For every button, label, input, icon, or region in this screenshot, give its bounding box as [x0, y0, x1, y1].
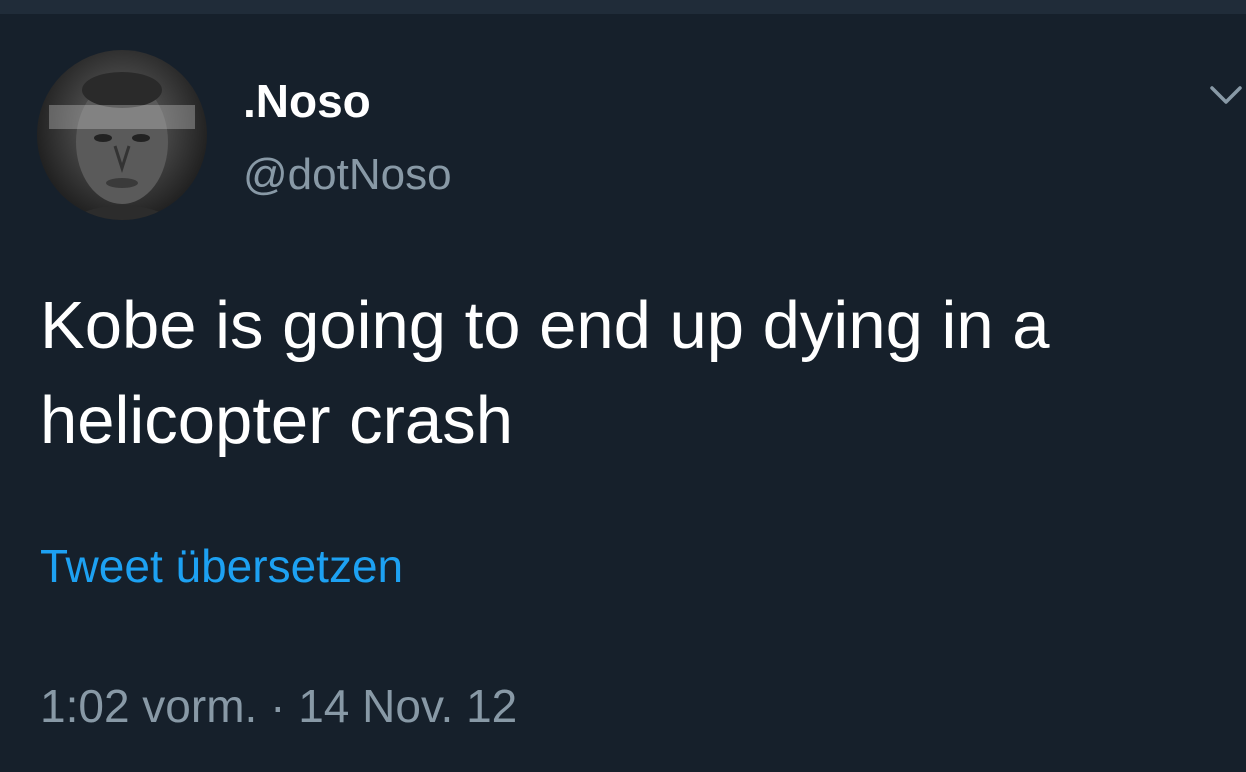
- translate-tweet-link[interactable]: Tweet übersetzen: [40, 538, 403, 594]
- display-name[interactable]: .Noso: [243, 74, 371, 128]
- tweet-text: Kobe is going to end up dying in a helic…: [40, 288, 1050, 458]
- chevron-down-icon[interactable]: [1208, 80, 1244, 110]
- user-handle[interactable]: @dotNoso: [243, 149, 452, 201]
- tweet-timestamp[interactable]: 1:02 vorm. · 14 Nov. 12: [40, 678, 517, 734]
- tweet-detail-view: .Noso @dotNoso Kobe is going to end up d…: [0, 0, 1246, 772]
- avatar-photo: [49, 72, 195, 220]
- top-divider: [0, 0, 1246, 14]
- avatar[interactable]: [37, 50, 207, 220]
